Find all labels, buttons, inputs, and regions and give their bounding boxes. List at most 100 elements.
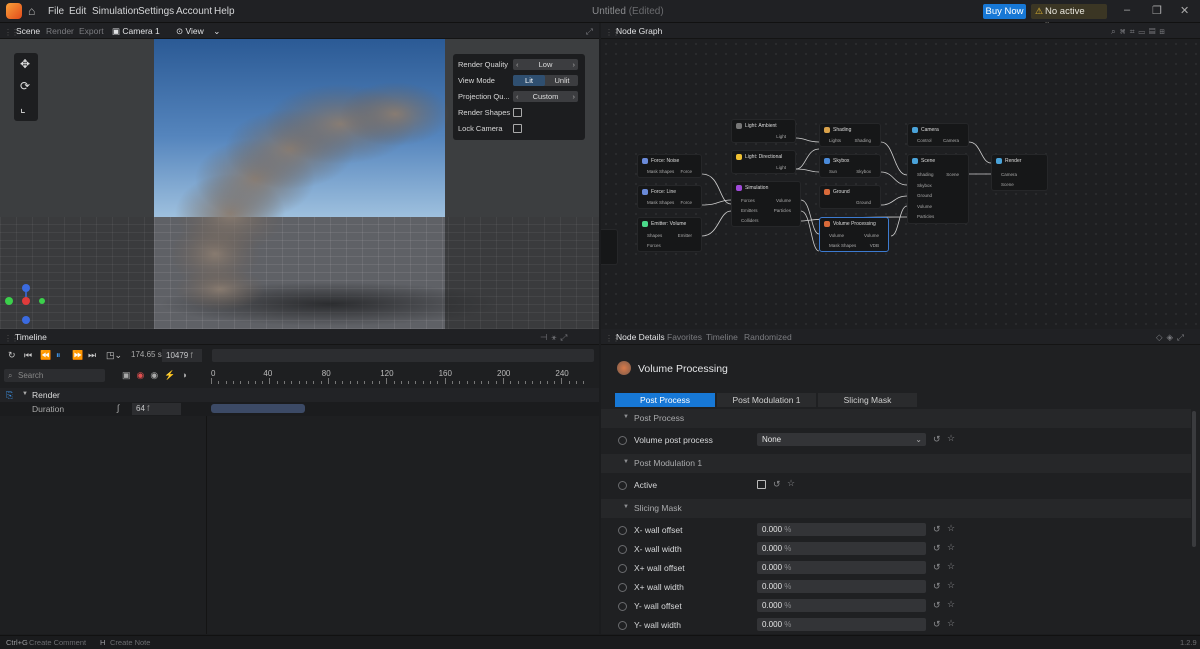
details-scrollbar[interactable] [1192, 411, 1196, 547]
volume-post-process-select[interactable]: None ⌄ [757, 433, 926, 446]
duration-field[interactable]: 64 f [132, 403, 181, 415]
keyframe-toggle[interactable] [618, 481, 627, 490]
reset-icon[interactable]: ↺ [933, 600, 941, 611]
favorite-star-icon[interactable]: ☆ [787, 478, 795, 489]
minimize-icon[interactable]: – [1124, 4, 1130, 16]
duration-keyframe-bar[interactable] [211, 404, 305, 413]
param-value-field[interactable]: 0.000 % [757, 618, 926, 631]
camera-selector[interactable]: ▣ Camera 1 [112, 23, 160, 39]
track-filter-icons[interactable]: ▣◉◉⚡◑ [122, 370, 193, 381]
reset-icon[interactable]: ↺ [933, 562, 941, 573]
subtab-post-process[interactable]: Post Process [615, 393, 715, 407]
buy-now-button[interactable]: Buy Now [983, 4, 1026, 19]
node-light-directional[interactable]: Light: Directional Light [731, 150, 796, 174]
reset-icon[interactable]: ↺ [933, 581, 941, 592]
favorite-star-icon[interactable]: ☆ [947, 580, 955, 591]
favorite-star-icon[interactable]: ☆ [947, 561, 955, 572]
expand-icon[interactable]: ⤢ [586, 23, 593, 39]
tab-export[interactable]: Export [79, 23, 104, 39]
projection-select[interactable]: ‹ Custom › [513, 91, 578, 102]
reset-icon[interactable]: ↺ [933, 524, 941, 535]
view-menu[interactable]: ⊙ View ⌄ [176, 23, 220, 39]
rotate-icon[interactable]: ⟳ [20, 79, 30, 93]
render-quality-select[interactable]: ‹ Low › [513, 59, 578, 70]
tab-render[interactable]: Render [46, 23, 74, 39]
favorite-star-icon[interactable]: ☆ [947, 523, 955, 534]
keyframe-toggle[interactable] [618, 583, 627, 592]
node-volume-processing[interactable]: Volume Processing Volume Volume Mask Sha… [819, 217, 889, 252]
axis-gizmo-icon[interactable] [4, 283, 50, 329]
node-offscreen[interactable] [601, 229, 618, 265]
reset-icon[interactable]: ↺ [773, 479, 781, 490]
reset-icon[interactable]: ↺ [933, 543, 941, 554]
node-emitter-volume[interactable]: Emitter: Volume Shapes Emitter Forces [637, 217, 702, 252]
timeline-tools-icon[interactable]: ⊣⚹⤢ [540, 329, 571, 345]
node-force-noise[interactable]: Force: Noise Mask Shapes Force [637, 154, 702, 178]
node-render[interactable]: Render Camera Scene [991, 154, 1048, 191]
param-value-field[interactable]: 0.000 % [757, 542, 926, 555]
node-force-line[interactable]: Force: Line Mask Shapes Force [637, 185, 702, 209]
node-shading[interactable]: Shading Lights Shading [819, 123, 881, 147]
reset-icon[interactable]: ↺ [933, 619, 941, 630]
expand-icon[interactable]: ▼ [22, 391, 28, 397]
menu-file[interactable]: File [48, 6, 64, 17]
param-value-field[interactable]: 0.000 % [757, 523, 926, 536]
timeline-ruler[interactable]: 0 40 80 120 160 200 240 [208, 368, 599, 386]
menu-edit[interactable]: Edit [69, 6, 86, 17]
node-skybox[interactable]: Skybox Sun Skybox [819, 154, 881, 178]
favorite-star-icon[interactable]: ☆ [947, 599, 955, 610]
subtab-post-modulation[interactable]: Post Modulation 1 [717, 393, 816, 407]
menu-settings[interactable]: Settings [138, 6, 174, 17]
skip-end-icon[interactable]: ⏭ [88, 350, 96, 361]
skip-start-icon[interactable]: ⏮ [24, 350, 32, 361]
node-camera[interactable]: Camera Control Camera [907, 123, 969, 147]
active-checkbox[interactable] [757, 480, 766, 489]
step-back-icon[interactable]: ⏪ [40, 350, 51, 361]
favorite-star-icon[interactable]: ☆ [947, 542, 955, 553]
menu-help[interactable]: Help [214, 6, 235, 17]
frame-field[interactable]: 10479 f [162, 349, 202, 362]
time-display[interactable]: 174.65 s [131, 350, 162, 359]
keyframe-toggle[interactable] [618, 545, 627, 554]
param-value-field[interactable]: 0.000 % [757, 599, 926, 612]
scale-icon[interactable]: ⌞ [20, 101, 26, 115]
track-row-render[interactable]: ⎘ ▼ Render [0, 388, 599, 402]
home-icon[interactable]: ⌂ [28, 4, 35, 18]
node-scene[interactable]: Scene Shading Scene Skybox Ground Volume… [907, 154, 969, 224]
scene-viewport[interactable]: ✥ ⟳ ⌞ Render Quality ‹ Low › View Mode Lit… [0, 39, 599, 329]
section-post-process[interactable]: ▼ Post Process [601, 409, 1191, 428]
track-search-input[interactable]: ⌕ Search [4, 369, 105, 382]
keyframe-toggle[interactable] [618, 602, 627, 611]
node-simulation[interactable]: Simulation Forces Volume Emitters Partic… [731, 181, 801, 227]
render-shapes-checkbox[interactable] [513, 108, 522, 117]
tab-node-details[interactable]: Node Details [616, 329, 665, 345]
tab-scene[interactable]: Scene [16, 23, 40, 39]
subtab-slicing-mask[interactable]: Slicing Mask [818, 393, 917, 407]
reset-icon[interactable]: ↺ [933, 434, 941, 445]
tab-randomized[interactable]: Randomized [744, 329, 792, 345]
keyframe-toggle[interactable] [618, 564, 627, 573]
loop-icon[interactable]: ↻ [8, 350, 16, 361]
section-post-modulation[interactable]: ▼ Post Modulation 1 [601, 454, 1191, 473]
param-value-field[interactable]: 0.000 % [757, 561, 926, 574]
favorite-star-icon[interactable]: ☆ [947, 433, 955, 444]
close-icon[interactable]: ✕ [1180, 4, 1189, 17]
tab-favorites[interactable]: Favorites [667, 329, 702, 345]
node-light-ambient[interactable]: Light: Ambient Light [731, 119, 796, 143]
view-mode-lit[interactable]: Lit [513, 75, 545, 86]
curve-icon[interactable]: ∫ [117, 403, 119, 413]
graph-tools-icon[interactable]: ⌕⌘⌗▭▤⊞ [1111, 23, 1169, 39]
move-icon[interactable]: ✥ [20, 57, 30, 71]
node-graph-canvas[interactable]: Light: Ambient Light Light: Directional … [601, 39, 1200, 329]
details-tools-icon[interactable]: ◇◈⤢ [1156, 329, 1188, 345]
timeline-scrub-bar[interactable] [212, 349, 594, 362]
favorite-star-icon[interactable]: ☆ [947, 618, 955, 629]
node-ground[interactable]: Ground Ground [819, 185, 881, 209]
time-mode-icon[interactable]: ◳⌄ [106, 350, 122, 361]
view-mode-unlit[interactable]: Unlit [546, 75, 578, 86]
lock-camera-checkbox[interactable] [513, 124, 522, 133]
param-value-field[interactable]: 0.000 % [757, 580, 926, 593]
pause-icon[interactable]: ⏸ [56, 350, 61, 361]
section-slicing-mask[interactable]: ▼ Slicing Mask [601, 499, 1191, 518]
tab-timeline[interactable]: Timeline [706, 329, 738, 345]
